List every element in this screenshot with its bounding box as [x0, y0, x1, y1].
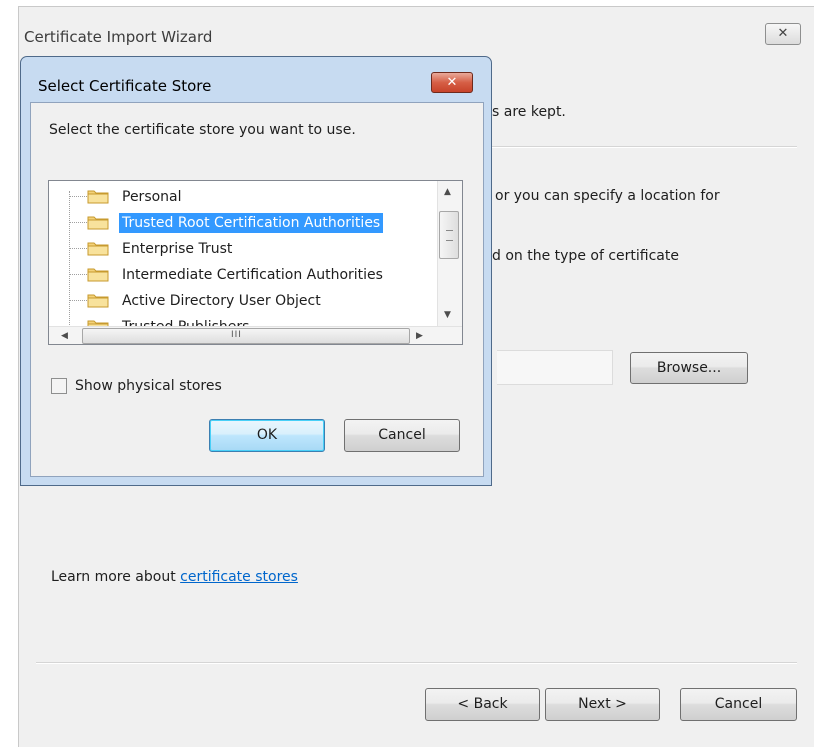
- wizard-text-fragment-2: or you can specify a location for: [495, 188, 720, 204]
- bottom-divider: [36, 662, 797, 664]
- tree-item[interactable]: Enterprise Trust: [49, 236, 449, 262]
- tree-connector-line: [69, 196, 87, 197]
- scroll-down-arrow-icon[interactable]: ▼: [444, 310, 451, 320]
- tree-connector-line: [69, 222, 87, 223]
- scroll-left-arrow-icon[interactable]: ◀: [61, 331, 68, 341]
- folder-icon: [87, 240, 109, 256]
- dialog-prompt: Select the certificate store you want to…: [49, 122, 356, 138]
- back-button-label: < Back: [457, 696, 508, 712]
- scroll-right-arrow-icon[interactable]: ▶: [416, 331, 423, 341]
- tree-item-label: Trusted Root Certification Authorities: [119, 213, 384, 233]
- certificate-stores-link[interactable]: certificate stores: [180, 569, 298, 585]
- dialog-close-button[interactable]: ✕: [431, 72, 473, 93]
- dialog-title: Select Certificate Store: [38, 77, 212, 95]
- tree-item[interactable]: Intermediate Certification Authorities: [49, 262, 449, 288]
- wizard-cancel-label: Cancel: [714, 696, 763, 712]
- ok-button[interactable]: OK: [209, 419, 325, 452]
- folder-icon: [87, 214, 109, 230]
- tree-item-label: Personal: [122, 189, 182, 205]
- learn-more-prefix: Learn more about: [51, 569, 181, 585]
- browse-button[interactable]: Browse...: [630, 352, 748, 384]
- show-physical-stores-checkbox[interactable]: [51, 378, 67, 394]
- tree-item[interactable]: Active Directory User Object: [49, 288, 449, 314]
- tree-connector-line: [69, 248, 87, 249]
- folder-icon: [87, 266, 109, 282]
- tree-item-label: Active Directory User Object: [122, 293, 321, 309]
- wizard-title: Certificate Import Wizard: [24, 28, 213, 46]
- wizard-text-fragment-1: s are kept.: [492, 104, 566, 120]
- grip-icon: III: [231, 330, 242, 340]
- certificate-store-field[interactable]: [497, 350, 613, 385]
- next-button[interactable]: Next >: [545, 688, 660, 721]
- show-physical-stores-label: Show physical stores: [75, 378, 222, 394]
- wizard-close-button[interactable]: ✕: [765, 23, 801, 45]
- tree-item-label: Intermediate Certification Authorities: [122, 267, 383, 283]
- dialog-cancel-label: Cancel: [378, 427, 426, 443]
- tree-item[interactable]: Trusted Root Certification Authorities: [49, 210, 449, 236]
- vertical-scroll-thumb[interactable]: [439, 211, 459, 259]
- tree-connector-line: [69, 274, 87, 275]
- learn-more-text: Learn more about certificate stores: [51, 569, 298, 585]
- wizard-text-fragment-3: d on the type of certificate: [492, 248, 679, 264]
- close-icon: ✕: [446, 75, 458, 90]
- next-button-label: Next >: [578, 696, 627, 712]
- top-divider: [492, 146, 797, 148]
- close-icon: ✕: [777, 26, 789, 41]
- folder-icon: [87, 292, 109, 308]
- ok-button-label: OK: [256, 427, 278, 443]
- certificate-store-tree[interactable]: Personal Trusted Root Certification Autho…: [48, 180, 463, 345]
- tree-connector-line: [69, 300, 87, 301]
- scroll-up-arrow-icon[interactable]: ▲: [444, 187, 451, 197]
- browse-button-label: Browse...: [656, 360, 722, 376]
- tree-item-label: Enterprise Trust: [122, 241, 233, 257]
- back-button[interactable]: < Back: [425, 688, 540, 721]
- folder-icon: [87, 188, 109, 204]
- wizard-cancel-button[interactable]: Cancel: [680, 688, 797, 721]
- horizontal-scroll-thumb[interactable]: III: [82, 328, 410, 344]
- dialog-cancel-button[interactable]: Cancel: [344, 419, 460, 452]
- grip-icon: [446, 230, 453, 241]
- tree-item[interactable]: Personal: [49, 184, 449, 210]
